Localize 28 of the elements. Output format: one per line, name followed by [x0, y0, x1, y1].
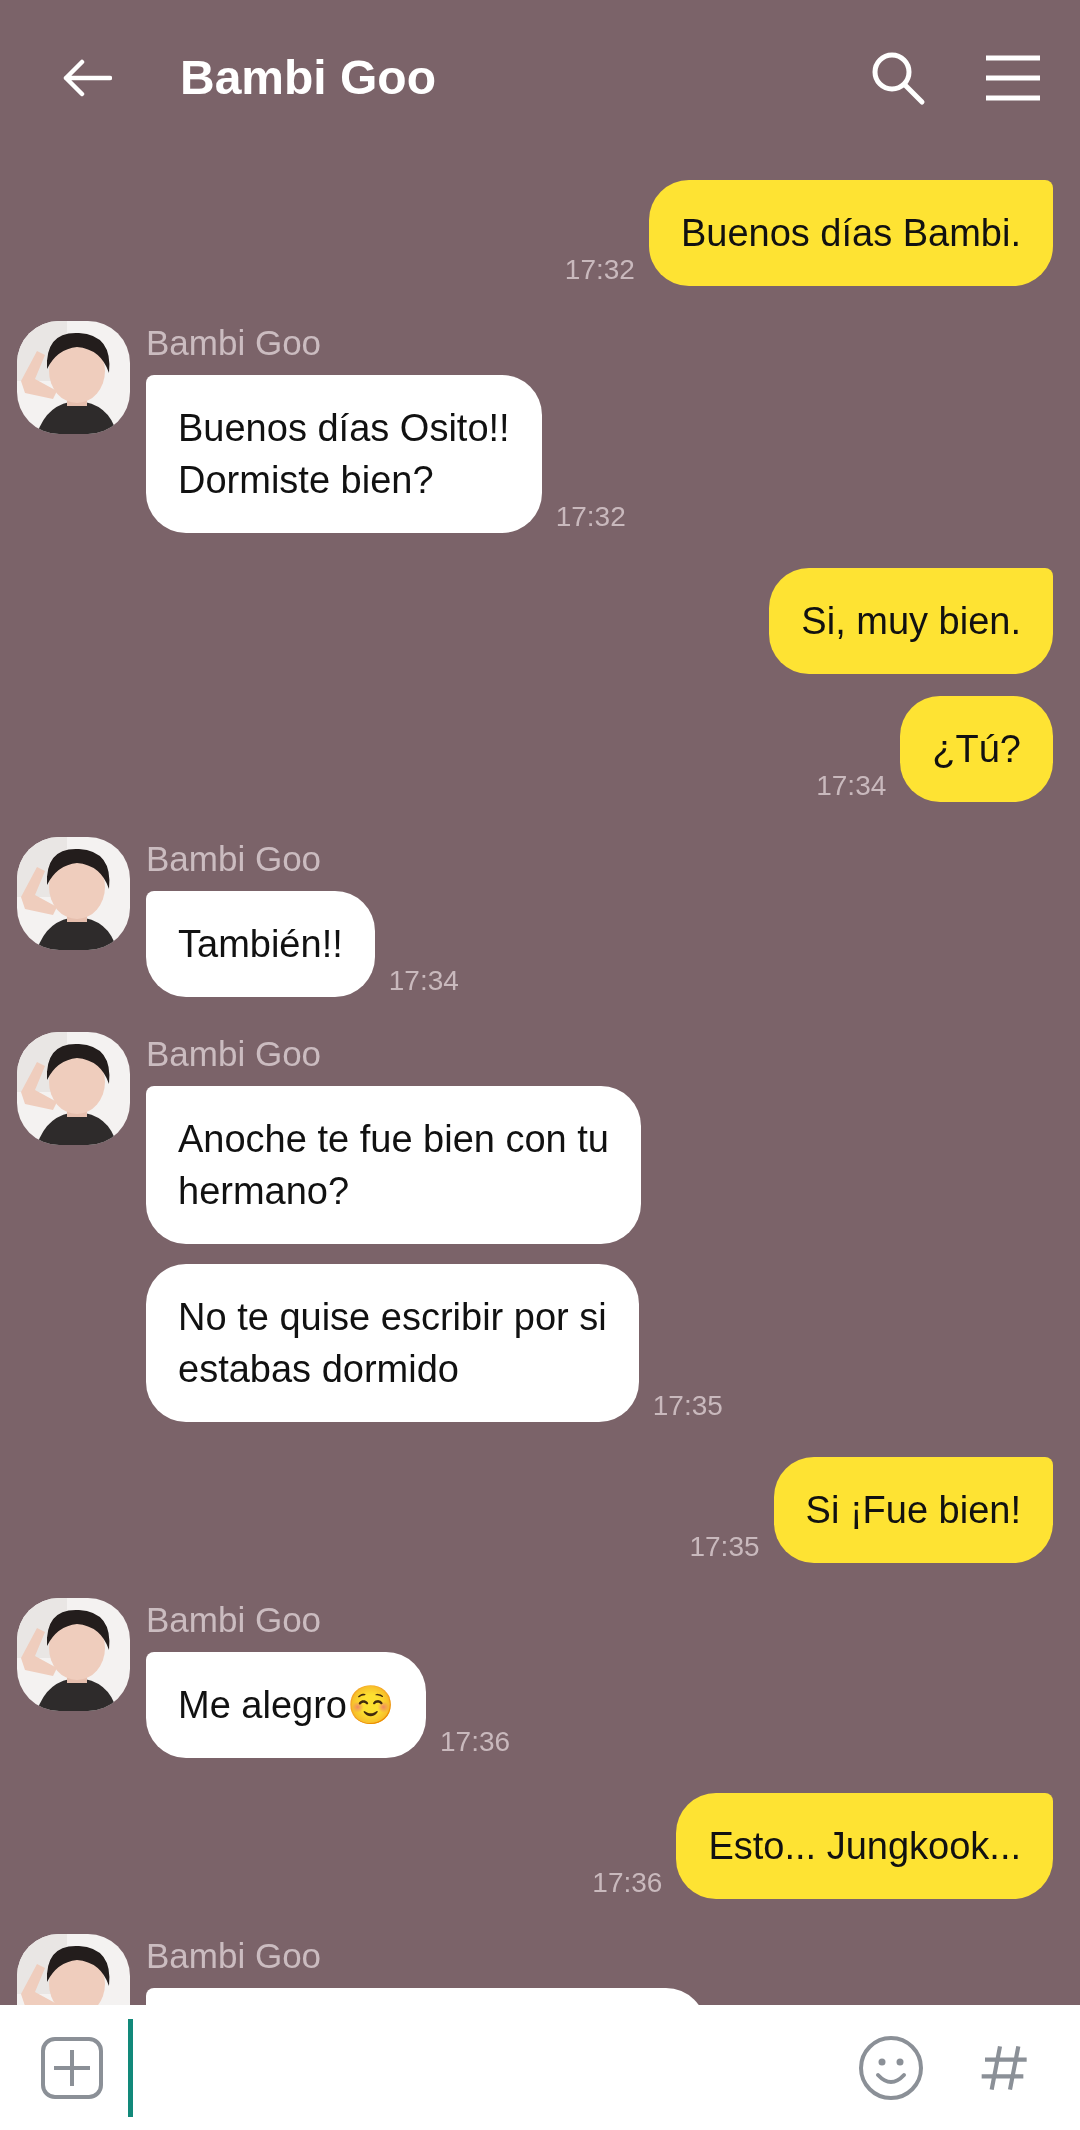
menu-icon[interactable]: [986, 53, 1040, 102]
sender-name: Bambi Goo: [146, 1600, 323, 1640]
message-bubble: Buenos días Osito!! Dormiste bien?: [146, 375, 542, 533]
sender-name: Bambi Goo: [146, 1034, 323, 1074]
message-time: 17:32: [555, 501, 626, 533]
message-bubble: Anoche te fue bien con tu hermano?: [146, 1086, 641, 1244]
message-bubble: También!!: [146, 891, 375, 997]
message-time: 17:35: [689, 1531, 760, 1563]
sender-name: Bambi Goo: [146, 1936, 323, 1976]
message-bubble: Si, muy bien.: [769, 568, 1053, 674]
message-bubble: Buenos días Bambi.: [648, 180, 1053, 286]
sender-name: Bambi Goo: [146, 323, 323, 363]
message-time: 17:34: [388, 965, 459, 997]
message-time: 17:34: [816, 770, 887, 802]
chat-title: Bambi Goo: [180, 50, 437, 105]
message-time: 17:32: [564, 254, 635, 286]
smiley-icon[interactable]: [858, 2034, 924, 2101]
message-time: 17:36: [440, 1726, 511, 1758]
message-bubble: No te quise escribir por si estabas dormido: [146, 1264, 639, 1422]
back-arrow-icon[interactable]: [62, 57, 112, 98]
message-bubble: Esto... Jungkook...: [676, 1793, 1053, 1899]
message-time: 17:36: [592, 1867, 663, 1899]
message-bubble: ¿Tú?: [900, 696, 1053, 802]
message-bubble: Me alegro☺: [146, 1652, 426, 1758]
plus-icon[interactable]: [40, 2035, 104, 2100]
message-bubble: Si ¡Fue bien!: [773, 1457, 1053, 1563]
message-time: 17:35: [652, 1390, 723, 1422]
sender-name: Bambi Goo: [146, 839, 323, 879]
